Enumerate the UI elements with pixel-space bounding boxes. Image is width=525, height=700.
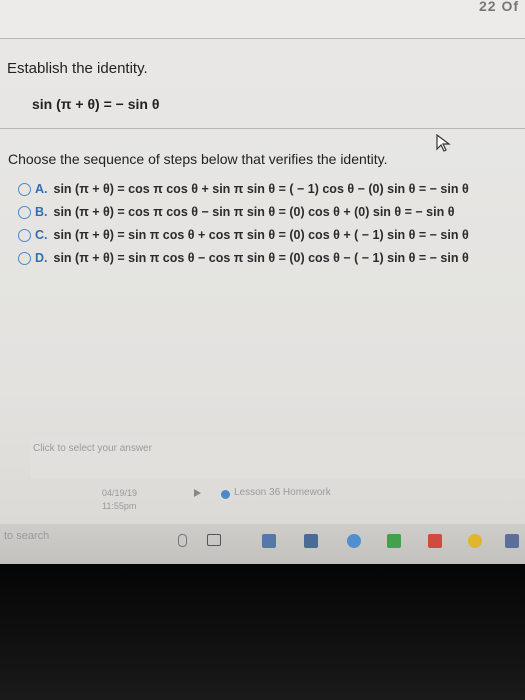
choice-c[interactable]: C. sin (π + θ) = sin π cos θ + cos π sin … [18,225,523,245]
taskbar-search[interactable]: to search [4,530,49,542]
choice-letter: B. [35,205,48,219]
choice-text: sin (π + θ) = cos π cos θ − sin π sin θ … [53,205,455,219]
question-counter: 22 Of [478,0,519,14]
monitor-bezel [0,564,525,700]
section-divider [0,128,525,129]
choice-d[interactable]: D. sin (π + θ) = sin π cos θ − cos π sin … [18,248,523,268]
top-bar: 22 Of [0,0,525,38]
radio-icon[interactable] [18,183,31,197]
choice-letter: A. [35,182,48,196]
spreadsheet-icon[interactable] [387,534,401,548]
identity-equation: sin (π + θ) = − sin θ [32,96,160,112]
browser-icon[interactable] [347,534,361,548]
choice-b[interactable]: B. sin (π + θ) = cos π cos θ − sin π sin … [18,202,523,222]
chrome-icon[interactable] [468,534,482,548]
instruction-text: Choose the sequence of steps below that … [8,151,388,167]
date-text: 04/19/19 [102,488,138,498]
mouse-cursor-icon [436,134,451,152]
question-title: Establish the identity. [7,60,148,77]
time-text: 11:55pm [102,501,137,511]
app-icon[interactable] [262,534,276,548]
radio-icon[interactable] [18,252,31,266]
choice-text: sin (π + θ) = cos π cos θ + sin π sin θ … [53,182,469,196]
screen: 22 Of Establish the identity. sin (π + θ… [0,0,525,700]
app-icon[interactable] [505,534,519,548]
task-view-icon[interactable] [207,534,221,546]
folder-icon[interactable] [304,534,318,548]
choice-letter: D. [35,251,48,265]
choice-a[interactable]: A. sin (π + θ) = cos π cos θ + sin π sin … [18,179,523,199]
answer-prompt: Click to select your answer [33,443,152,454]
timestamp: 04/19/19 11:55pm [102,487,137,513]
choice-text: sin (π + θ) = sin π cos θ − cos π sin θ … [53,251,469,265]
radio-icon[interactable] [18,206,31,220]
choice-letter: C. [35,228,48,242]
lesson-link[interactable]: Lesson 36 Homework [234,487,331,498]
taskbar: to search [0,524,525,564]
microphone-icon[interactable] [178,534,187,547]
choice-text: sin (π + θ) = sin π cos θ + cos π sin θ … [53,228,469,242]
top-divider [0,38,525,39]
choice-list: A. sin (π + θ) = cos π cos θ + sin π sin … [18,179,523,271]
lesson-dot-icon [221,490,230,499]
radio-icon[interactable] [18,229,31,243]
play-icon [194,489,201,497]
presentation-icon[interactable] [428,534,442,548]
